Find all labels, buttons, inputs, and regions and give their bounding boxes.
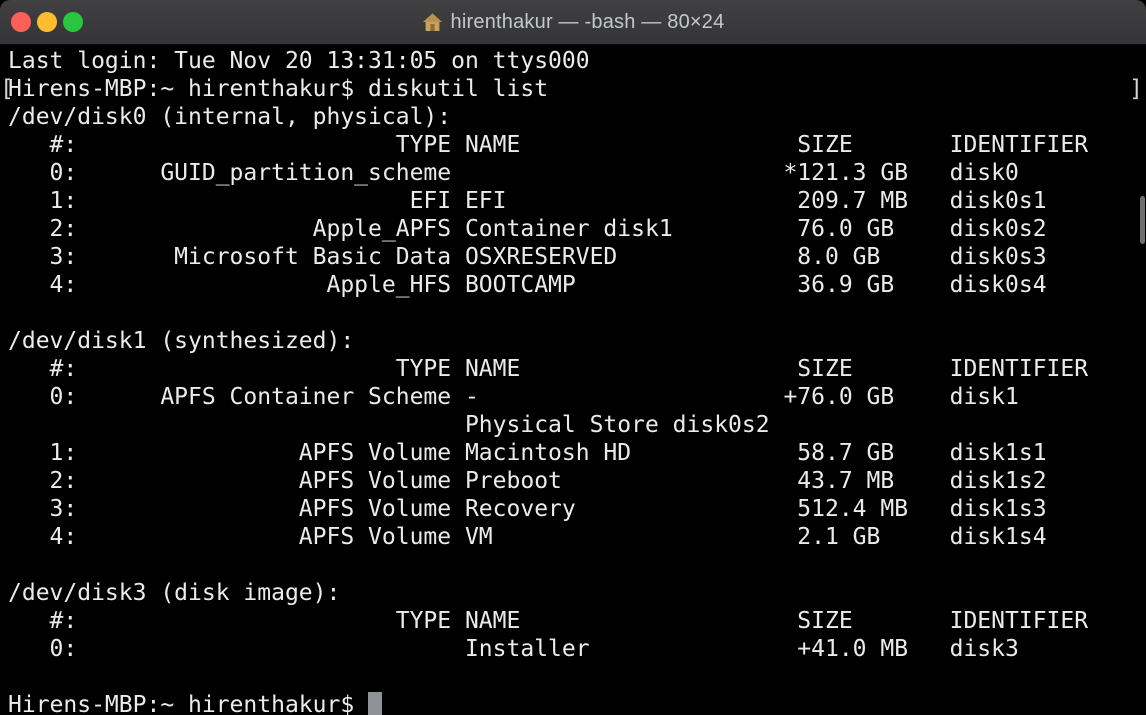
terminal-line: 4: Apple_HFS BOOTCAMP 36.9 GB disk0s4 — [8, 272, 1047, 298]
terminal-line: Last login: Tue Nov 20 13:31:05 on ttys0… — [8, 48, 590, 74]
terminal-line: 1: APFS Volume Macintosh HD 58.7 GB disk… — [8, 440, 1047, 466]
terminal-line: #: TYPE NAME SIZE IDENTIFIER — [8, 356, 1089, 382]
terminal-line: /dev/disk1 (synthesized): — [8, 328, 355, 354]
terminal-window: hirenthakur — -bash — 80×24 Last login: … — [0, 0, 1146, 715]
terminal-body[interactable]: Last login: Tue Nov 20 13:31:05 on ttys0… — [0, 45, 1146, 715]
terminal-line: Physical Store disk0s2 — [8, 412, 770, 438]
shell-prompt: Hirens-MBP:~ hirenthakur$ — [8, 692, 369, 715]
title-bar[interactable]: hirenthakur — -bash — 80×24 — [0, 0, 1146, 45]
traffic-lights — [11, 12, 83, 32]
close-button[interactable] — [11, 12, 31, 32]
terminal-line: 2: Apple_APFS Container disk1 76.0 GB di… — [8, 216, 1047, 242]
command-mark-open: [ — [0, 76, 14, 102]
text-cursor — [368, 692, 383, 715]
terminal-line: 3: APFS Volume Recovery 512.4 MB disk1s3 — [8, 496, 1047, 522]
minimize-button[interactable] — [37, 12, 57, 32]
scrollbar-thumb[interactable] — [1140, 196, 1145, 244]
terminal-line: #: TYPE NAME SIZE IDENTIFIER — [8, 608, 1089, 634]
terminal-line: 2: APFS Volume Preboot 43.7 MB disk1s2 — [8, 468, 1047, 494]
terminal-line: /dev/disk3 (disk image): — [8, 580, 341, 606]
terminal-line: 0: Installer +41.0 MB disk3 — [8, 636, 1019, 662]
terminal-line: #: TYPE NAME SIZE IDENTIFIER — [8, 132, 1089, 158]
prompt-line: Hirens-MBP:~ hirenthakur$ — [8, 691, 1146, 715]
zoom-button[interactable] — [63, 12, 83, 32]
title-group: hirenthakur — -bash — 80×24 — [422, 11, 725, 34]
terminal-line: 3: Microsoft Basic Data OSXRESERVED 8.0 … — [8, 244, 1047, 270]
terminal-line: /dev/disk0 (internal, physical): — [8, 104, 452, 130]
command-mark-close: ] — [1129, 76, 1143, 102]
terminal-line: 1: EFI EFI 209.7 MB disk0s1 — [8, 188, 1047, 214]
window-title: hirenthakur — -bash — 80×24 — [450, 10, 725, 33]
terminal-line: 0: APFS Container Scheme - +76.0 GB disk… — [8, 384, 1019, 410]
terminal-line: 4: APFS Volume VM 2.1 GB disk1s4 — [8, 524, 1047, 550]
home-icon — [422, 13, 443, 32]
terminal-line: Hirens-MBP:~ hirenthakur$ diskutil list — [8, 76, 549, 102]
terminal-line: 0: GUID_partition_scheme *121.3 GB disk0 — [8, 160, 1019, 186]
